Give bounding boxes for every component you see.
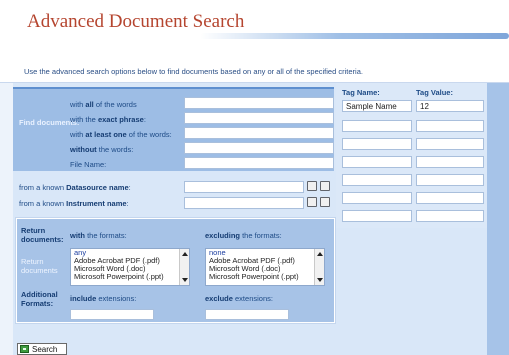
tag-value-input[interactable]: [416, 210, 484, 222]
tag-value-input[interactable]: [416, 138, 484, 150]
tag-value-input[interactable]: [416, 192, 484, 204]
exclude-extensions-label: exclude extensions:: [205, 294, 273, 303]
scroll-down-icon[interactable]: [317, 278, 323, 282]
tag-name-header: Tag Name:: [342, 88, 380, 97]
exact-phrase-input[interactable]: [184, 112, 334, 124]
header-swoosh: [200, 33, 509, 39]
return-documents-side-label: Return documents: [21, 257, 58, 275]
scroll-down-icon[interactable]: [182, 278, 188, 282]
all-words-input[interactable]: [184, 97, 334, 109]
at-least-one-label: with at least one of the words:: [70, 130, 172, 139]
scroll-up-icon[interactable]: [182, 252, 188, 256]
tag-value-header: Tag Value:: [416, 88, 453, 97]
exclude-extensions-input[interactable]: [205, 309, 289, 320]
include-format-option[interactable]: Microsoft Powerpoint (.ppt): [71, 273, 189, 281]
file-name-label: File Name:: [70, 160, 107, 169]
all-words-label: with all of the words: [70, 100, 137, 109]
datasource-label: from a known Datasource name:: [19, 183, 131, 192]
right-strip: [487, 83, 509, 355]
tag-name-input[interactable]: Sample Name: [342, 100, 412, 112]
datasource-input[interactable]: [184, 181, 304, 193]
exclude-formats-listbox[interactable]: none Adobe Acrobat PDF (.pdf) Microsoft …: [205, 248, 325, 286]
tag-name-input[interactable]: [342, 210, 412, 222]
without-words-label: without the words:: [70, 145, 134, 154]
at-least-one-input[interactable]: [184, 127, 334, 139]
additional-formats-label: Additional Formats:: [21, 290, 58, 308]
datasource-edit-icon[interactable]: [320, 181, 330, 191]
tag-value-input[interactable]: 12: [416, 100, 484, 112]
tag-value-input[interactable]: [416, 174, 484, 186]
exclude-format-option[interactable]: Microsoft Powerpoint (.ppt): [206, 273, 324, 281]
tag-value-input[interactable]: [416, 120, 484, 132]
without-words-input[interactable]: [184, 142, 334, 154]
file-name-input[interactable]: [184, 157, 334, 169]
intro-band: [0, 47, 509, 83]
excluding-formats-label: excluding the formats:: [205, 231, 282, 240]
tag-name-input[interactable]: [342, 156, 412, 168]
search-icon: [20, 345, 29, 353]
tag-value-input[interactable]: [416, 156, 484, 168]
scroll-up-icon[interactable]: [317, 252, 323, 256]
include-extensions-label: include extensions:: [70, 294, 137, 303]
with-formats-label: with the formats:: [70, 231, 127, 240]
intro-text: Use the advanced search options below to…: [24, 67, 363, 76]
exact-phrase-label: with the exact phrase:: [70, 115, 146, 124]
instrument-label: from a known Instrument name:: [19, 199, 129, 208]
search-button-label: Search: [32, 344, 58, 354]
find-panel-rule: [13, 87, 334, 89]
return-documents-label: Return documents:: [21, 226, 64, 244]
listbox-scrollbar[interactable]: [314, 249, 324, 285]
page-title: Advanced Document Search: [27, 11, 245, 32]
tag-name-input[interactable]: [342, 120, 412, 132]
include-formats-listbox[interactable]: any Adobe Acrobat PDF (.pdf) Microsoft W…: [70, 248, 190, 286]
tag-name-input[interactable]: [342, 174, 412, 186]
instrument-edit-icon[interactable]: [320, 197, 330, 207]
include-extensions-input[interactable]: [70, 309, 154, 320]
instrument-input[interactable]: [184, 197, 304, 209]
listbox-scrollbar[interactable]: [179, 249, 189, 285]
left-strip: [0, 83, 13, 355]
instrument-lookup-icon[interactable]: [307, 197, 317, 207]
tag-name-input[interactable]: [342, 138, 412, 150]
tag-name-input[interactable]: [342, 192, 412, 204]
datasource-lookup-icon[interactable]: [307, 181, 317, 191]
search-button[interactable]: Search: [17, 343, 67, 355]
